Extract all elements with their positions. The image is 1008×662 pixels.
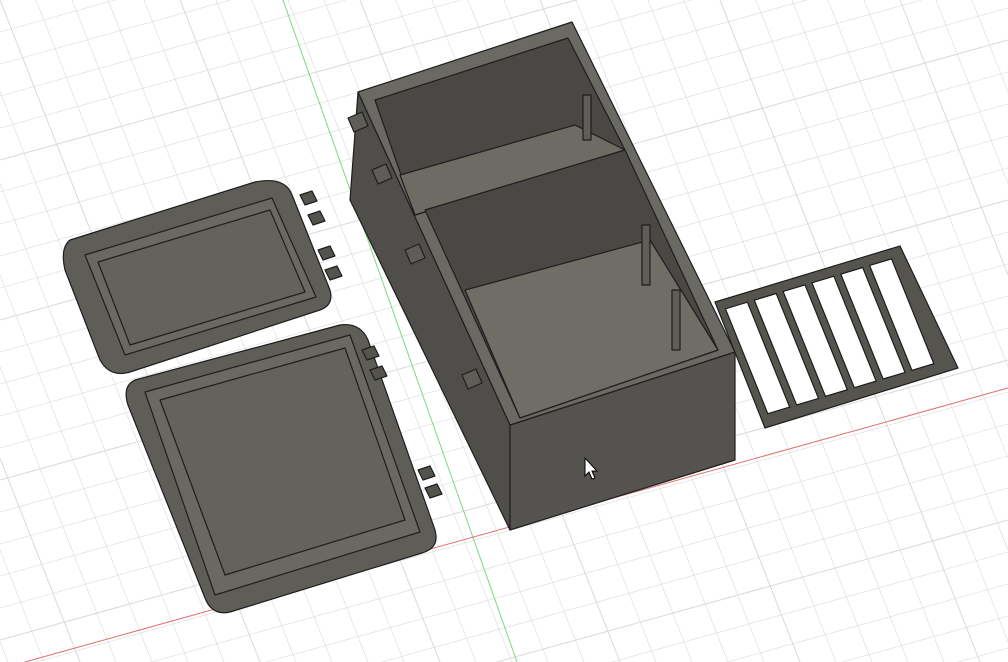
grid-line	[0, 0, 231, 65]
grate[interactable]	[714, 245, 959, 429]
grid-line	[957, 647, 1008, 662]
grid-line	[0, 641, 9, 662]
grid-line	[0, 0, 116, 33]
cad-viewport[interactable]	[0, 0, 1008, 662]
grid-line	[0, 458, 81, 662]
grid-line	[0, 0, 346, 97]
grid-line	[971, 0, 1008, 92]
grid-line	[899, 0, 1008, 276]
viewport-canvas[interactable]	[0, 0, 1008, 662]
grid-line	[381, 487, 1008, 662]
grid-line	[935, 0, 1008, 184]
grid-line	[611, 551, 1008, 662]
